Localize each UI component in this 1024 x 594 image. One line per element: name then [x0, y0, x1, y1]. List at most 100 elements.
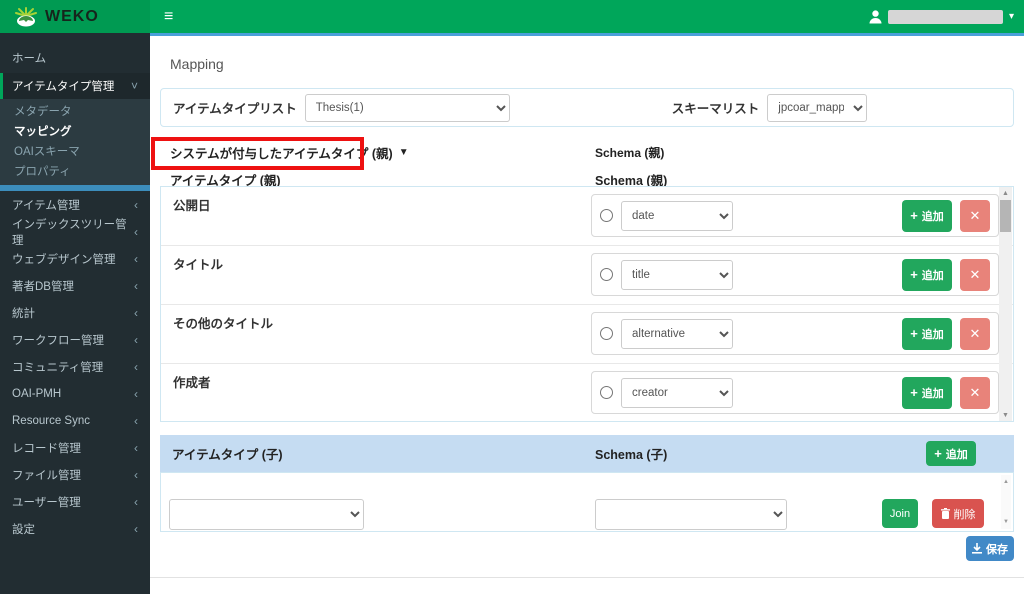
schema-list-select[interactable]: jpcoar_mapping — [767, 93, 868, 122]
chevron-left-icon: ‹ — [134, 197, 138, 212]
child-itemtype-header: アイテムタイプ (子) — [172, 448, 283, 462]
schema-radio[interactable] — [600, 268, 613, 281]
join-button[interactable]: Join — [882, 499, 918, 528]
chevron-left-icon: ‹ — [134, 305, 138, 320]
sidebar-item-home[interactable]: ホーム — [0, 43, 150, 73]
main-content: Mapping アイテムタイプリスト Thesis(1) スキーマリスト jpc… — [150, 36, 1024, 594]
child-itemtype-select[interactable] — [169, 499, 364, 530]
schema-radio[interactable] — [600, 386, 613, 399]
sidebar-item-workflow-admin[interactable]: ワークフロー管理 ‹ — [0, 326, 150, 353]
sidebar-item-metadata[interactable]: メタデータ — [0, 101, 150, 121]
schema-select[interactable]: alternative — [621, 318, 733, 349]
chevron-left-icon: ‹ — [134, 224, 138, 239]
user-icon — [869, 9, 882, 23]
sidebar-item-oai-schema[interactable]: OAIスキーマ — [0, 141, 150, 161]
sidebar-item-community-admin[interactable]: コミュニティ管理 ‹ — [0, 353, 150, 380]
scroll-down-icon[interactable]: ▼ — [999, 409, 1012, 421]
schema-card: creator + 追加 ✕ — [591, 371, 999, 414]
remove-mapping-button[interactable]: ✕ — [960, 376, 990, 409]
sidebar-item-resource-sync[interactable]: Resource Sync ‹ — [0, 407, 150, 434]
row-label: 公開日 — [173, 199, 211, 213]
chevron-left-icon: ‹ — [134, 251, 138, 266]
logo-text: WEKO — [45, 7, 99, 25]
weko-logo[interactable]: WEKO — [0, 0, 150, 33]
chevron-left-icon: ‹ — [134, 332, 138, 347]
scrollbar[interactable]: ▲ ▼ — [999, 187, 1012, 421]
add-mapping-button[interactable]: + 追加 — [902, 317, 952, 350]
chevron-left-icon: ‹ — [134, 440, 138, 455]
user-menu[interactable]: ▾ — [869, 0, 1014, 33]
child-schema-select[interactable] — [595, 499, 787, 530]
schema-select[interactable]: title — [621, 259, 733, 290]
sidebar-item-item-admin[interactable]: アイテム管理 ‹ — [0, 191, 150, 218]
schema-select[interactable]: date — [621, 200, 733, 231]
mapping-row-title: タイトル title + 追加 ✕ — [161, 246, 1013, 305]
chevron-left-icon: ‹ — [134, 413, 138, 428]
sidebar-item-index-tree-admin[interactable]: インデックスツリー管理 ‹ — [0, 218, 150, 247]
remove-mapping-button[interactable]: ✕ — [960, 317, 990, 350]
close-icon: ✕ — [969, 325, 981, 341]
add-mapping-button[interactable]: + 追加 — [902, 258, 952, 291]
add-mapping-button[interactable]: + 追加 — [902, 199, 952, 232]
scrollbar-thumb[interactable] — [1000, 200, 1011, 232]
trash-icon — [940, 508, 950, 519]
chevron-down-icon: ˅ — [130, 79, 138, 93]
remove-mapping-button[interactable]: ✕ — [960, 258, 990, 291]
schema-list-label: スキーマリスト — [671, 102, 760, 116]
save-button[interactable]: 保存 — [966, 536, 1014, 561]
sidebar-item-author-db-admin[interactable]: 著者DB管理 ‹ — [0, 272, 150, 299]
chevron-left-icon: ‹ — [134, 521, 138, 536]
parent-mapping-panel: 公開日 date + 追加 ✕ タイトル title + 追加 ✕ その他のタイ… — [160, 186, 1014, 422]
sidebar: ホーム アイテムタイプ管理 ˅ メタデータ マッピング OAIスキーマ プロパテ… — [0, 33, 150, 594]
plus-icon: + — [910, 326, 918, 341]
add-mapping-button[interactable]: + 追加 — [902, 376, 952, 409]
remove-mapping-button[interactable]: ✕ — [960, 199, 990, 232]
sidebar-item-user-admin[interactable]: ユーザー管理 ‹ — [0, 488, 150, 515]
child-mapping-panel: Join 削除 ▲ ▼ — [160, 472, 1014, 532]
sidebar-item-mapping[interactable]: マッピング — [0, 121, 150, 141]
itemtype-list-label: アイテムタイプリスト — [173, 102, 297, 116]
close-icon: ✕ — [969, 384, 981, 400]
sidebar-item-oai-pmh[interactable]: OAI-PMH ‹ — [0, 380, 150, 407]
schema-card: title + 追加 ✕ — [591, 253, 999, 296]
mapping-row-alternative-title: その他のタイトル alternative + 追加 ✕ — [161, 305, 1013, 364]
scroll-up-icon[interactable]: ▲ — [999, 187, 1012, 199]
child-schema-header: Schema (子) — [595, 448, 668, 462]
schema-radio[interactable] — [600, 327, 613, 340]
mapping-row-creator: 作成者 creator + 追加 ✕ — [161, 364, 1013, 421]
schema-card: alternative + 追加 ✕ — [591, 312, 999, 355]
itemtype-list-select[interactable]: Thesis(1) — [304, 93, 510, 122]
row-label: その他のタイトル — [173, 317, 274, 331]
add-child-button[interactable]: + 追加 — [926, 441, 976, 466]
sidebar-item-settings[interactable]: 設定 ‹ — [0, 515, 150, 542]
sidebar-item-statistics[interactable]: 統計 ‹ — [0, 299, 150, 326]
sidebar-item-property[interactable]: プロパティ — [0, 161, 150, 181]
page-title: Mapping — [170, 56, 224, 72]
schema-radio[interactable] — [600, 209, 613, 222]
child-scrollbar[interactable]: ▲ ▼ — [1001, 475, 1011, 529]
list-selector-panel: アイテムタイプリスト Thesis(1) スキーマリスト jpcoar_mapp… — [160, 88, 1014, 127]
system-schema-label: Schema (親) — [595, 146, 665, 160]
scroll-up-icon[interactable]: ▲ — [1001, 477, 1011, 487]
sidebar-item-file-admin[interactable]: ファイル管理 ‹ — [0, 461, 150, 488]
chevron-left-icon: ‹ — [134, 467, 138, 482]
sidebar-item-web-design-admin[interactable]: ウェブデザイン管理 ‹ — [0, 245, 150, 272]
footer-divider — [150, 577, 1024, 578]
schema-select[interactable]: creator — [621, 377, 733, 408]
plus-icon: + — [910, 267, 918, 282]
sidebar-item-record-admin[interactable]: レコード管理 ‹ — [0, 434, 150, 461]
dropdown-arrow-icon: ▼ — [398, 147, 409, 158]
caret-down-icon: ▾ — [1008, 11, 1014, 22]
mapping-row-publish-date: 公開日 date + 追加 ✕ — [161, 187, 1013, 246]
scroll-down-icon[interactable]: ▼ — [1001, 517, 1011, 527]
sidebar-section-itemtype-admin[interactable]: アイテムタイプ管理 ˅ — [0, 73, 150, 99]
chevron-left-icon: ‹ — [134, 386, 138, 401]
sidebar-toggle-button[interactable]: ≡ — [150, 0, 187, 33]
weko-admin-window: WEKO ≡ ▾ ホーム アイテムタイプ管理 ˅ メタデータ マッピング OAI… — [0, 0, 1024, 594]
weko-logo-icon — [15, 6, 37, 26]
itemtype-submenu: メタデータ マッピング OAIスキーマ プロパティ — [0, 99, 150, 185]
username-redacted — [887, 9, 1003, 24]
system-itemtype-toggle[interactable]: システムが付与したアイテムタイプ (親) ▼ — [170, 143, 409, 162]
delete-button[interactable]: 削除 — [932, 499, 984, 528]
chevron-left-icon: ‹ — [134, 359, 138, 374]
